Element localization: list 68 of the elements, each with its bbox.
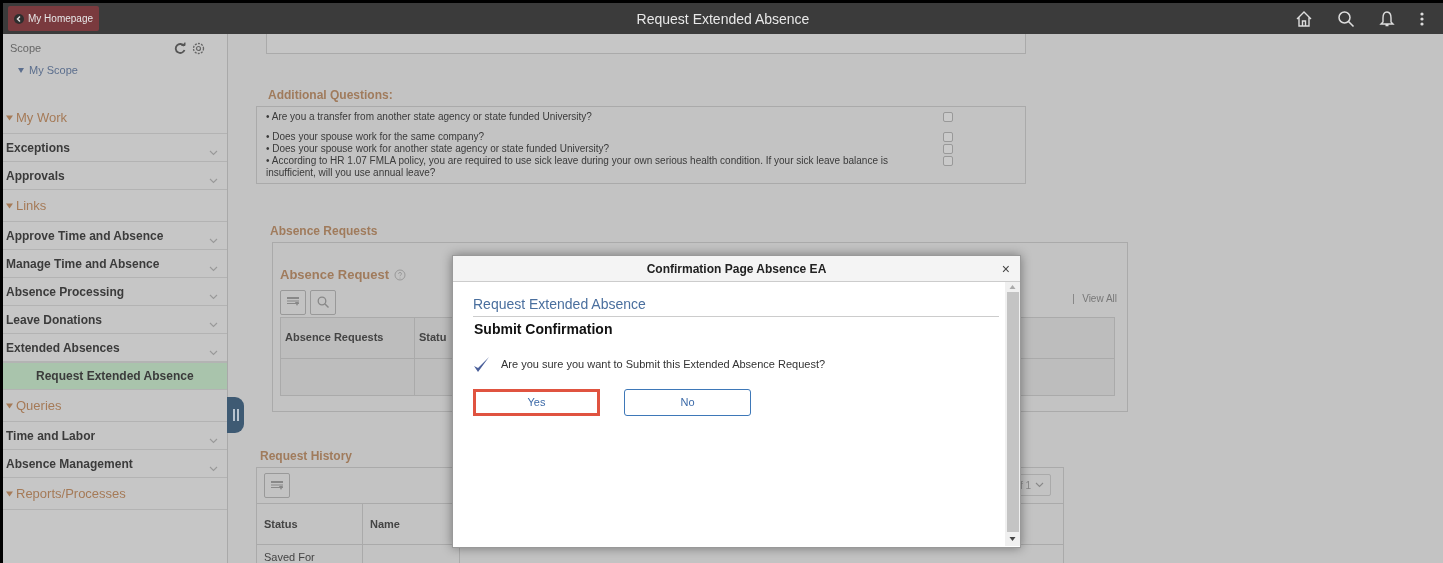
column-header: Absence Requests [281,317,415,358]
column-header: Status [257,504,363,544]
close-button[interactable]: × [1001,259,1010,280]
sidebar-item[interactable]: Approvals [3,162,227,190]
chevron-down-icon [209,349,218,356]
back-icon [14,13,24,24]
collapse-handle[interactable] [227,397,244,433]
section-heading: Request History [260,448,354,465]
checkbox[interactable] [943,132,953,142]
search-icon [317,296,329,308]
page-title: Request Extended Absence [636,10,810,29]
notification-bell-icon[interactable] [1379,10,1395,28]
pause-bars-icon [232,409,239,421]
expanded-triangle-icon [6,202,13,209]
expanded-triangle-icon [6,490,13,497]
sidebar-item[interactable]: Exceptions [3,134,227,162]
confirmation-message: Are you sure you want to Submit this Extended Absence Request? [501,357,826,373]
chevron-down-icon [209,237,218,244]
search-icon[interactable] [1337,10,1355,28]
dialog-subheading: Submit Confirmation [474,320,614,339]
sidebar-item[interactable]: Absence Processing [3,278,227,306]
sidebar-item[interactable]: Time and Labor [3,422,227,450]
scroll-up-icon [1009,282,1016,292]
grid-icon [287,297,299,307]
dialog-button[interactable]: Yes [473,389,600,416]
checkbox[interactable] [943,112,953,122]
scope-label: Scope [10,40,42,56]
expanded-triangle-icon [6,114,13,121]
home-icon[interactable] [1295,10,1313,28]
back-button[interactable]: My Homepage [8,6,100,31]
expanded-triangle-icon [6,402,13,409]
question-text: • Does your spouse work for another state agency or state funded University? [266,143,611,155]
dialog-heading: Request Extended Absence [473,294,999,317]
sidebar-item[interactable]: Absence Management [3,450,227,478]
dialog-button[interactable]: No [624,389,751,416]
personalize-grid-button[interactable] [264,473,290,498]
refresh-icon[interactable] [174,42,186,54]
chevron-down-icon [1035,482,1044,488]
scrollbar[interactable] [1005,282,1020,546]
checkbox[interactable] [943,156,953,166]
sidebar-item[interactable]: Manage Time and Absence [3,250,227,278]
chevron-down-icon [209,177,218,184]
section-heading: Absence Requests [270,223,379,240]
sidebar-item[interactable]: Approve Time and Absence [3,222,227,250]
sidebar-item[interactable]: Leave Donations [3,306,227,334]
question-text: • Does your spouse work for the same company? [266,131,486,143]
question-text: • Are you a transfer from another state agency or state funded University? [266,111,593,123]
chevron-down-icon [209,465,218,472]
personalize-grid-button[interactable] [280,289,306,315]
more-menu-icon[interactable] [1419,11,1425,27]
settings-icon[interactable] [192,41,205,55]
section-heading: Additional Questions: [268,87,394,104]
chevron-down-icon [209,437,218,444]
column-header: Statu [418,330,448,346]
chevron-down-icon [209,321,218,328]
table-cell: Saved For [257,545,363,563]
help-icon[interactable] [394,268,407,281]
dialog-title: Confirmation Page Absence EA [646,260,827,278]
checkbox[interactable] [943,144,953,154]
expand-triangle-icon [18,67,24,73]
search-button[interactable] [310,289,336,315]
sidebar-item[interactable]: Request Extended Absence [3,362,227,390]
chevron-down-icon [209,293,218,300]
chevron-down-icon [209,265,218,272]
grid-icon [271,480,283,491]
grid-title: Absence Request [280,266,390,284]
chevron-down-icon [209,149,218,156]
question-text: • According to HR 1.07 FMLA policy, you are required to use sick leave during your own serious health condition. If your sick leave balance is insufficient, will you use annual leave? [266,155,889,179]
